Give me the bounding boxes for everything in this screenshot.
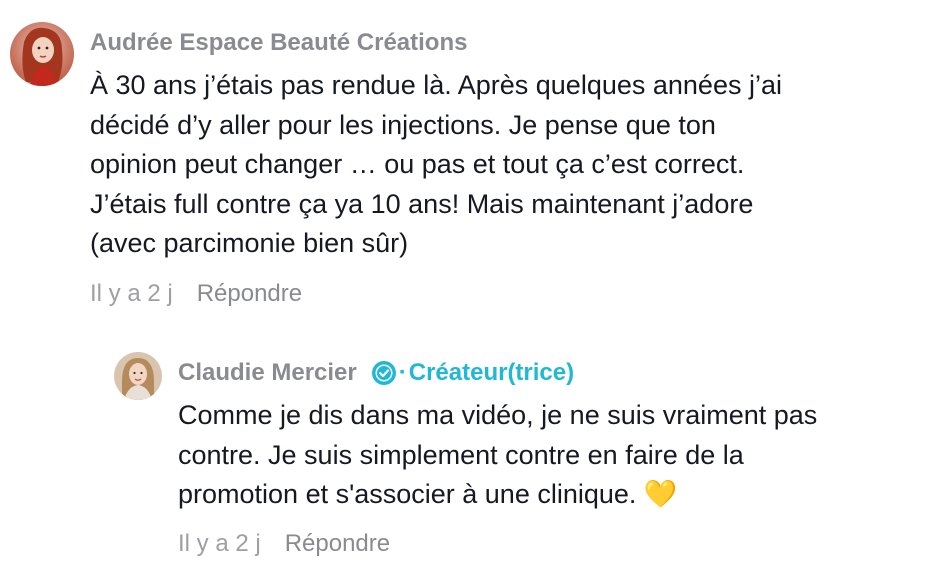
reply-button[interactable]: Répondre — [285, 530, 390, 557]
reply-author-row: Claudie Mercier · Créateur(trice) — [178, 358, 574, 388]
separator-dot: · — [398, 359, 407, 386]
comment-text-line: À 30 ans j’étais pas rendue là. Après qu… — [90, 70, 782, 100]
verified-badge-icon — [371, 360, 397, 386]
comment-author[interactable]: Audrée Espace Beauté Créations — [90, 28, 467, 58]
reply-text: Comme je dis dans ma vidéo, je ne suis v… — [178, 396, 817, 515]
reply-author[interactable]: Claudie Mercier — [178, 358, 357, 388]
comment-text-line: opinion peut changer … ou pas et tout ça… — [90, 149, 745, 179]
reply-text-line: contre. Je suis simplement contre en fai… — [178, 439, 744, 470]
comment-text-line: décidé d’y aller pour les injections. Je… — [90, 109, 716, 140]
avatar[interactable] — [10, 22, 74, 86]
avatar[interactable] — [114, 352, 162, 400]
reply-item: Claudie Mercier · Créateur(trice) Comme … — [0, 330, 938, 582]
comment-text-line: J’étais full contre ça ya 10 ans! Mais m… — [90, 188, 754, 219]
reply-text-line: Comme je dis dans ma vidéo, je ne suis v… — [178, 400, 818, 430]
reply-button[interactable]: Répondre — [197, 280, 302, 307]
comment-timestamp: Il y a 2 j — [90, 280, 173, 307]
reply-timestamp: Il y a 2 j — [178, 530, 261, 557]
creator-tag: Créateur(trice) — [408, 359, 575, 386]
comment-text-line: (avec parcimonie bien sûr) — [90, 228, 409, 258]
comment-meta: Il y a 2 j Répondre — [90, 279, 302, 309]
comment-item: Audrée Espace Beauté Créations À 30 ans … — [0, 0, 938, 320]
reply-text-line: promotion et s'associer à une clinique. … — [178, 479, 678, 509]
reply-meta: Il y a 2 j Répondre — [178, 529, 390, 559]
comment-text: À 30 ans j’étais pas rendue là. Après qu… — [90, 66, 782, 264]
